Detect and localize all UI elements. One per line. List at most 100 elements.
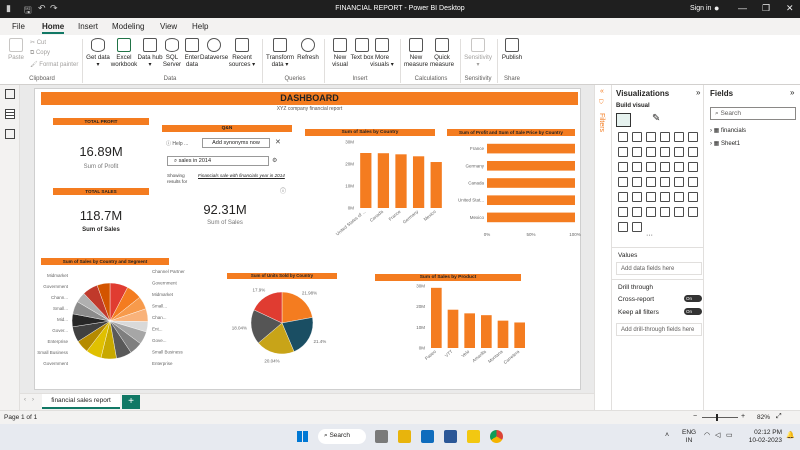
mail-icon[interactable] <box>421 430 434 443</box>
volume-icon[interactable]: ◁ <box>715 431 720 439</box>
qna-info-icon[interactable]: ⓘ <box>280 186 286 195</box>
tab-modeling[interactable]: Modeling <box>112 22 144 31</box>
qna-interpretation[interactable]: Financials sale with financials year in … <box>198 173 288 179</box>
paginated-report-icon[interactable] <box>674 207 684 217</box>
zoom-slider-thumb[interactable] <box>716 414 718 421</box>
treemap-icon[interactable] <box>688 162 698 172</box>
quick-measure-button[interactable]: Quick measure <box>428 38 456 68</box>
profit-saleprice-chart[interactable]: France Germany Canada United Stat... Mexico 0… <box>447 138 581 253</box>
waterfall-icon[interactable] <box>618 162 628 172</box>
stacked-bar-icon[interactable] <box>618 132 628 142</box>
matrix-icon[interactable] <box>660 192 670 202</box>
more-visuals-ellipsis[interactable]: ··· <box>646 232 653 239</box>
power-automate-icon[interactable] <box>618 222 628 232</box>
notifications-icon[interactable]: 🔔 <box>786 431 795 439</box>
slicer-icon[interactable] <box>632 192 642 202</box>
dataverse-button[interactable]: Dataverse <box>200 38 228 61</box>
power-apps-icon[interactable] <box>688 207 698 217</box>
drill-through-drop-zone[interactable]: Add drill-through fields here <box>616 323 702 336</box>
more-visuals-button[interactable]: More visuals ▾ <box>368 38 396 68</box>
decomposition-tree-icon[interactable] <box>632 207 642 217</box>
filters-pane[interactable]: « ⛉ Filters <box>594 85 612 410</box>
pie-chart-icon[interactable] <box>660 162 670 172</box>
r-visual-icon[interactable] <box>674 192 684 202</box>
report-view-icon[interactable] <box>5 89 15 99</box>
qna-question-input[interactable]: ⌕ sales in 2014 <box>167 156 269 166</box>
clustered-bar-icon[interactable] <box>646 132 656 142</box>
sales-by-product-chart[interactable]: 0M 10M 20M 30M Paseo VTT Velo Amarilla MontanaCa… <box>370 282 535 372</box>
app-icon[interactable] <box>444 430 457 443</box>
sign-in-link[interactable]: Sign in <box>690 5 711 12</box>
stacked-area-icon[interactable] <box>646 147 656 157</box>
filled-map-icon[interactable] <box>632 177 642 187</box>
gauge-icon[interactable] <box>660 177 670 187</box>
field-table-sheet1[interactable]: › ▦ Sheet1 <box>710 140 740 147</box>
fit-to-page-icon[interactable]: ⤢ <box>776 413 782 421</box>
copy-button[interactable]: ⧉ Copy <box>30 50 50 57</box>
shape-map-icon[interactable] <box>646 177 656 187</box>
clock[interactable]: 02:12 PM 10-02-2023 <box>742 429 782 445</box>
recent-sources-button[interactable]: Recent sources ▾ <box>228 38 256 68</box>
table-view-icon[interactable] <box>5 109 15 119</box>
close-icon[interactable]: ✕ <box>786 3 794 14</box>
next-page-icon[interactable]: › <box>32 397 34 403</box>
zoom-in-icon[interactable]: + <box>741 413 745 420</box>
tray-chevron-icon[interactable]: ˄ <box>665 432 669 439</box>
donut-chart-icon[interactable] <box>674 162 684 172</box>
multi-row-card-icon[interactable] <box>688 177 698 187</box>
tab-help[interactable]: Help <box>192 22 208 31</box>
qna-help-link[interactable]: ⓘ Help ... <box>166 140 188 147</box>
minimize-icon[interactable]: — <box>738 3 747 13</box>
qna-close-icon[interactable]: ✕ <box>275 138 281 146</box>
tab-file[interactable]: File <box>12 22 25 31</box>
zoom-slider[interactable] <box>702 417 738 418</box>
100-column-icon[interactable] <box>688 132 698 142</box>
line-chart-icon[interactable] <box>618 147 628 157</box>
format-visual-icon[interactable]: ✎ <box>652 113 660 124</box>
file-explorer-icon[interactable] <box>398 430 411 443</box>
funnel-icon[interactable] <box>632 162 642 172</box>
windows-start-icon[interactable] <box>297 431 308 442</box>
power-bi-taskbar-icon[interactable] <box>467 430 480 443</box>
key-influencers-icon[interactable] <box>618 207 628 217</box>
area-chart-icon[interactable] <box>632 147 642 157</box>
fields-search-input[interactable]: ⌕ Search <box>710 107 796 120</box>
scatter-icon[interactable] <box>646 162 656 172</box>
map-icon[interactable] <box>618 177 628 187</box>
excel-workbook-button[interactable]: Excel workbook <box>110 38 138 68</box>
battery-icon[interactable]: ▭ <box>726 431 733 439</box>
wifi-icon[interactable]: ◠ <box>704 431 710 439</box>
add-page-button[interactable]: + <box>122 395 140 409</box>
sales-country-segment-chart[interactable]: Midmarket Government Chann... Small... Mid..… <box>35 269 185 374</box>
get-data-button[interactable]: Get data ▾ <box>84 38 112 68</box>
expand-filters-icon[interactable]: « <box>600 88 604 95</box>
keep-filters-toggle[interactable]: On <box>684 308 702 315</box>
line-clustered-icon[interactable] <box>674 147 684 157</box>
publish-button[interactable]: Publish <box>498 38 526 61</box>
card-icon[interactable] <box>674 177 684 187</box>
page-tab-financial-sales[interactable]: financial sales report <box>42 394 120 409</box>
metrics-icon[interactable] <box>632 222 642 232</box>
maximize-icon[interactable]: ❐ <box>762 3 770 14</box>
tab-insert[interactable]: Insert <box>78 22 98 31</box>
language-indicator[interactable]: ENG IN <box>682 429 696 445</box>
transform-data-button[interactable]: Transform data ▾ <box>266 38 294 68</box>
format-painter-button[interactable]: 🖌 Format painter <box>30 61 78 68</box>
task-view-icon[interactable] <box>375 430 388 443</box>
ribbon-chart-icon[interactable] <box>688 147 698 157</box>
taskbar-search[interactable]: ⌕ Search <box>318 429 366 444</box>
new-measure-button[interactable]: New measure <box>402 38 430 68</box>
sensitivity-button[interactable]: Sensitivity ▾ <box>462 38 494 68</box>
values-drop-zone[interactable]: Add data fields here <box>616 262 702 275</box>
smart-narrative-icon[interactable] <box>660 207 670 217</box>
add-synonyms-button[interactable]: Add synonyms now <box>202 138 270 148</box>
python-visual-icon[interactable] <box>688 192 698 202</box>
tab-view[interactable]: View <box>160 22 177 31</box>
clustered-column-icon[interactable] <box>660 132 670 142</box>
field-table-financials[interactable]: › ▦ financials <box>710 127 746 134</box>
stacked-column-icon[interactable] <box>632 132 642 142</box>
account-icon[interactable]: ● <box>714 3 719 13</box>
table-icon[interactable] <box>646 192 656 202</box>
zoom-out-icon[interactable]: − <box>693 413 697 420</box>
kpi-icon[interactable] <box>618 192 628 202</box>
